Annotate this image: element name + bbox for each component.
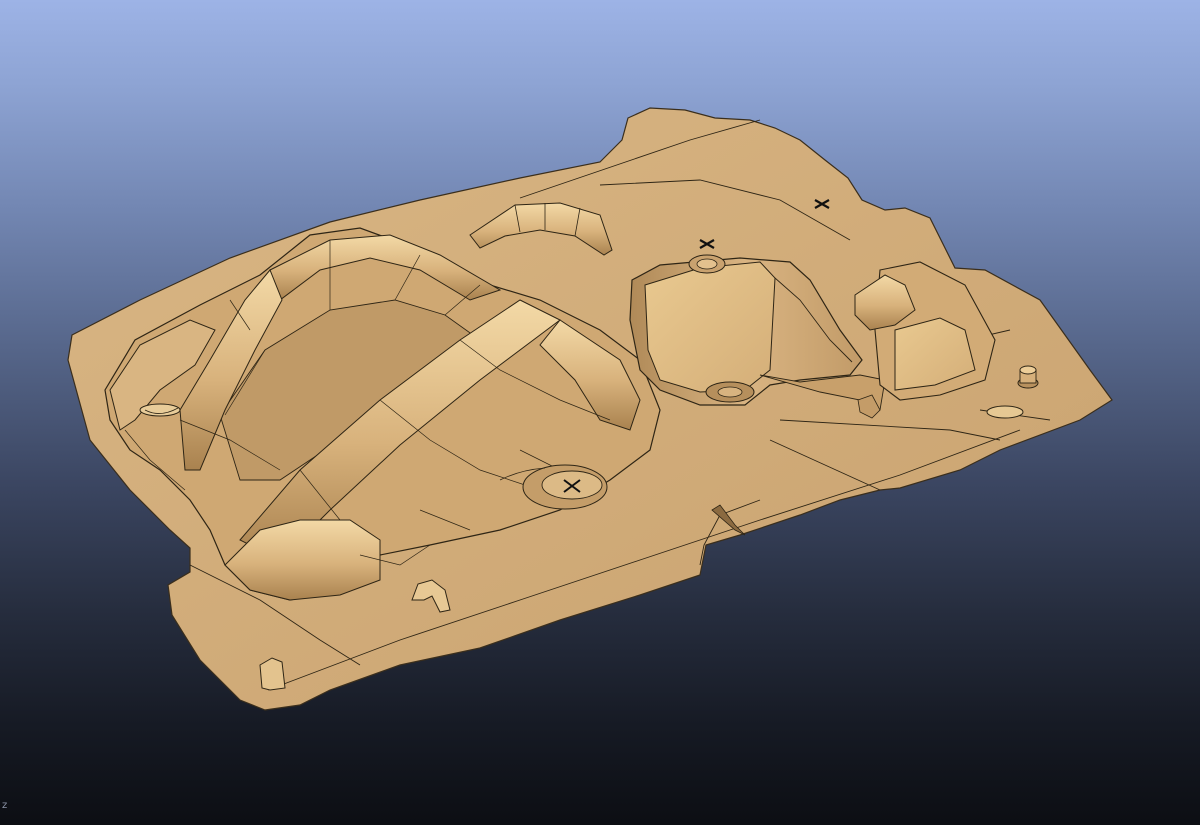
right-pin [1017, 365, 1039, 389]
stamped-part-model[interactable] [0, 0, 1200, 825]
right-slot [986, 405, 1024, 419]
3d-viewport[interactable]: z [0, 0, 1200, 825]
left-slot [139, 403, 181, 417]
bottom-left-tab [259, 657, 286, 691]
axis-indicator-label: z [2, 800, 8, 811]
